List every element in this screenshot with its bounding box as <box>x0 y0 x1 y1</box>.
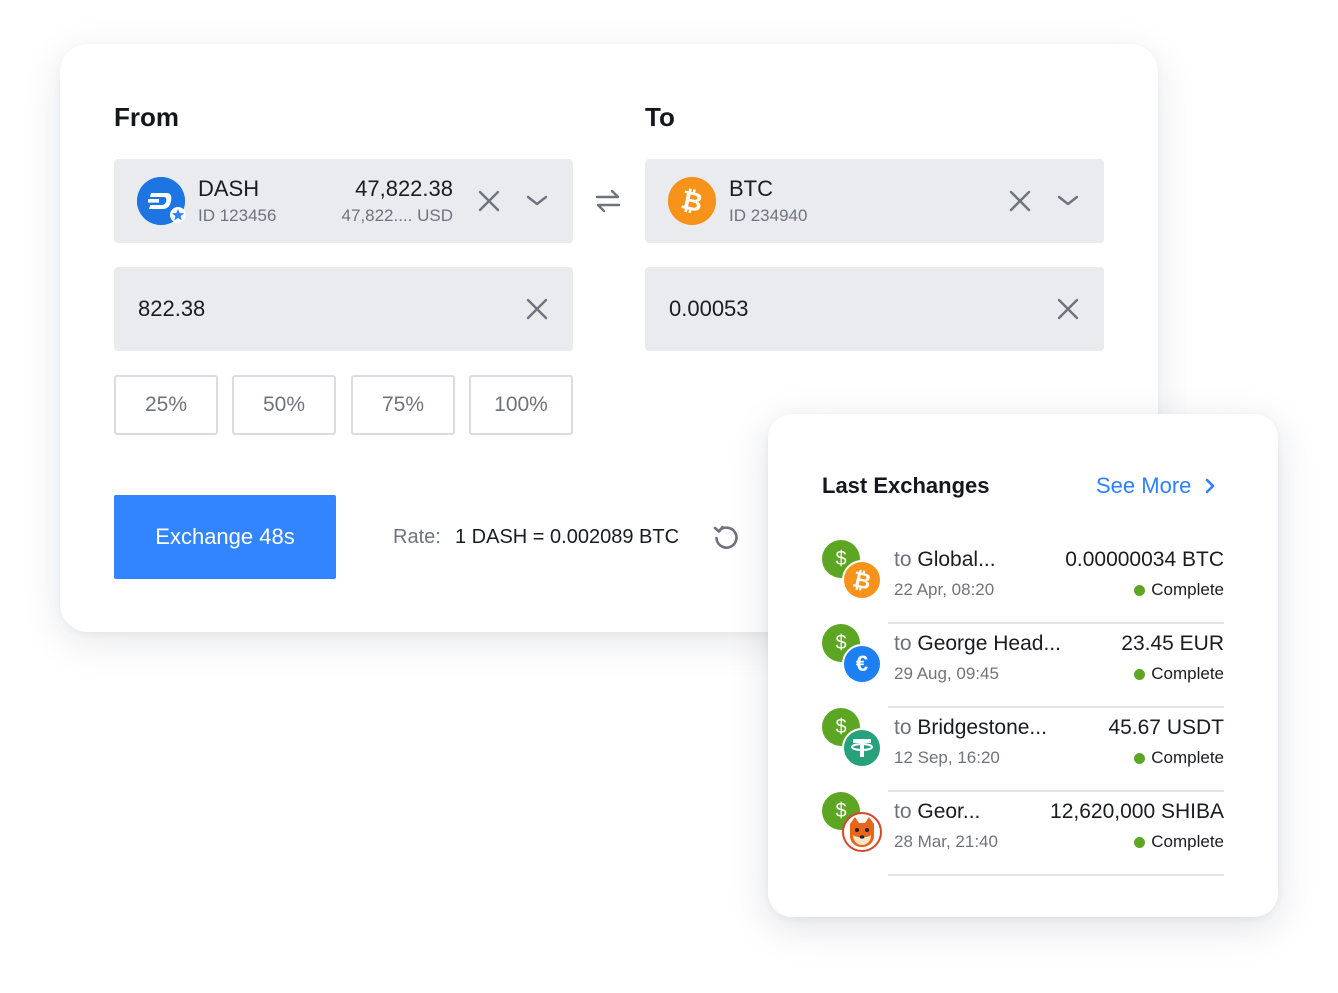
percent-50-button[interactable]: 50% <box>232 375 336 435</box>
status-dot-icon <box>1134 668 1146 680</box>
exchange-amount: 0.00000034 BTC <box>1065 548 1224 571</box>
clear-from-coin-button[interactable] <box>474 186 504 216</box>
from-amount-value: 822.38 <box>138 296 206 321</box>
from-coin-id: ID 123456 <box>198 206 277 225</box>
from-balance-usd: 47,822.... USD <box>341 206 453 225</box>
chevron-right-icon <box>1206 478 1215 494</box>
exchange-button[interactable]: Exchange 48s <box>114 495 336 579</box>
exchange-list-item[interactable]: $ to Bridgestone... 12 Sep, 16:20 45.67 … <box>822 708 1224 792</box>
bitcoin-icon: ₿ <box>842 560 882 600</box>
chevron-down-icon <box>1057 195 1079 206</box>
from-title: From <box>114 102 179 132</box>
to-coin-id: ID 234940 <box>729 206 808 225</box>
see-more-link[interactable]: See More <box>1096 473 1217 499</box>
clear-to-coin-button[interactable] <box>1005 186 1035 216</box>
shiba-icon <box>842 812 882 852</box>
svg-text:₿: ₿ <box>850 567 873 595</box>
from-coin-selector[interactable]: DASH ID 123456 47,822.38 47,822.... USD <box>114 159 573 243</box>
exchange-list-item[interactable]: $ to Geor... 28 Mar, 21:40 12,620,000 SH… <box>822 792 1224 876</box>
exchange-date: 22 Apr, 08:20 <box>894 580 995 599</box>
exchange-amount: 12,620,000 SHIBA <box>1050 800 1224 823</box>
to-coin-name: BTC <box>729 176 773 201</box>
close-icon <box>1009 190 1031 212</box>
close-icon <box>478 190 500 212</box>
exchange-date: 28 Mar, 21:40 <box>894 832 998 851</box>
status-badge: Complete <box>1134 664 1224 684</box>
percent-75-button[interactable]: 75% <box>351 375 455 435</box>
recipient-name: to Global... <box>894 548 996 571</box>
status-dot-icon <box>1134 836 1146 848</box>
chevron-down-icon <box>526 195 548 206</box>
last-exchanges-card: Last Exchanges See More $ ₿ to Global...… <box>768 414 1278 917</box>
refresh-rate-button[interactable] <box>711 522 741 552</box>
to-coin-dropdown-button[interactable] <box>1053 186 1083 216</box>
status-badge: Complete <box>1134 580 1224 600</box>
to-coin-selector[interactable]: ₿ BTC ID 234940 <box>645 159 1104 243</box>
recipient-name: to Bridgestone... <box>894 716 1047 739</box>
last-exchanges-title: Last Exchanges <box>822 473 990 498</box>
percent-100-button[interactable]: 100% <box>469 375 573 435</box>
dash-icon <box>137 177 186 225</box>
rate-label: Rate: <box>393 526 441 548</box>
exchange-list-item[interactable]: $ € to George Head... 29 Aug, 09:45 23.4… <box>822 624 1224 708</box>
exchange-date: 29 Aug, 09:45 <box>894 664 999 683</box>
bitcoin-icon: ₿ <box>668 177 716 225</box>
recipient-name: to Geor... <box>894 800 981 823</box>
favorite-star-icon <box>170 207 186 223</box>
rate-value: 1 DASH = 0.002089 BTC <box>455 526 680 548</box>
to-title: To <box>645 102 675 132</box>
from-coin-name: DASH <box>198 176 260 201</box>
status-badge: Complete <box>1134 832 1224 852</box>
refresh-icon <box>713 525 738 549</box>
from-amount-input[interactable]: 822.38 <box>114 267 573 351</box>
swap-arrows-icon <box>595 189 621 213</box>
clear-to-amount-button[interactable] <box>1053 294 1083 324</box>
from-coin-dropdown-button[interactable] <box>522 186 552 216</box>
exchange-list-item[interactable]: $ ₿ to Global... 22 Apr, 08:20 0.0000003… <box>822 540 1224 624</box>
see-more-label: See More <box>1096 473 1192 498</box>
euro-icon: € <box>842 644 882 684</box>
status-badge: Complete <box>1134 748 1224 768</box>
from-balance: 47,822.38 <box>355 176 453 201</box>
percent-25-button[interactable]: 25% <box>114 375 218 435</box>
swap-button[interactable] <box>593 186 623 216</box>
status-dot-icon <box>1134 752 1146 764</box>
clear-from-amount-button[interactable] <box>522 294 552 324</box>
exchange-amount: 23.45 EUR <box>1121 632 1224 655</box>
status-dot-icon <box>1134 584 1146 596</box>
recipient-name: to George Head... <box>894 632 1061 655</box>
divider <box>888 874 1224 876</box>
exchange-amount: 45.67 USDT <box>1108 716 1224 739</box>
exchange-date: 12 Sep, 16:20 <box>894 748 1000 767</box>
to-amount-input[interactable]: 0.00053 <box>645 267 1104 351</box>
tether-icon <box>842 728 882 768</box>
close-icon <box>1057 298 1079 320</box>
close-icon <box>526 298 548 320</box>
to-amount-value: 0.00053 <box>669 296 749 321</box>
